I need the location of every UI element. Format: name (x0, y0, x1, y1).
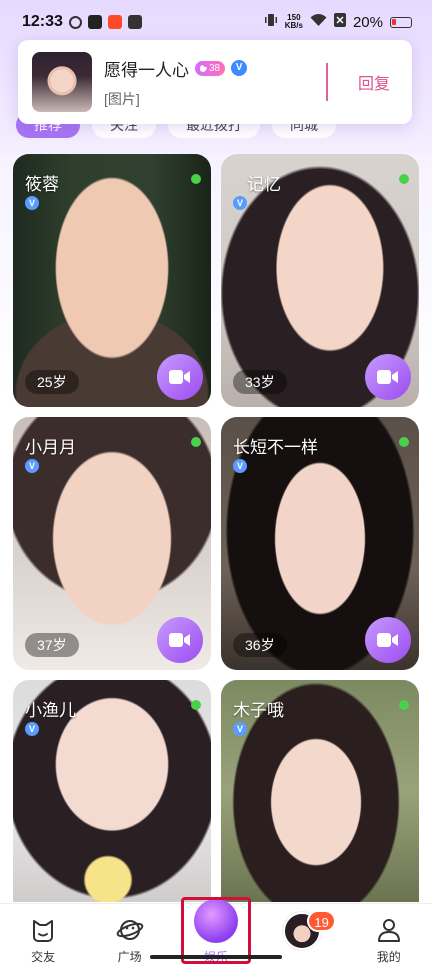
user-card[interactable]: 小月月 V 37岁 (13, 417, 211, 670)
user-name: 木子哦 (233, 701, 284, 720)
status-left: 12:33 (22, 13, 142, 31)
online-indicator (191, 174, 201, 184)
level-badge: 38 (195, 60, 226, 76)
video-camera-icon (169, 633, 190, 647)
level-value: 38 (209, 62, 221, 74)
sender-row: 愿得一人心 38 V (104, 56, 326, 81)
play-icon (87, 15, 102, 29)
nav-label: 我的 (376, 950, 401, 964)
user-age: 36岁 (233, 633, 287, 657)
battery-percent: 20% (352, 13, 383, 31)
battery-icon (390, 16, 412, 28)
user-age: 25岁 (25, 370, 79, 394)
user-card[interactable]: 小渔儿 V (13, 680, 211, 902)
entertainment-icon (193, 899, 238, 943)
online-indicator (399, 700, 409, 710)
user-grid: 筱蓉 V 25岁 记忆 V 33岁 小月月 V 37岁 长短不一样 V 36岁 (13, 154, 419, 902)
verified-icon: V (233, 196, 247, 210)
user-card[interactable]: 长短不一样 V 36岁 (221, 417, 419, 670)
user-card[interactable]: 记忆 V 33岁 (221, 154, 419, 407)
user-card[interactable]: 筱蓉 V 25岁 (13, 154, 211, 407)
user-name: 记忆 (247, 175, 281, 194)
notification-message: [图片] (104, 90, 140, 107)
online-indicator (399, 437, 409, 447)
user-name: 筱蓉 (25, 175, 59, 194)
video-call-button[interactable] (365, 617, 411, 663)
status-time: 12:33 (22, 13, 63, 30)
verified-icon: V (25, 459, 39, 473)
video-camera-icon (169, 370, 190, 384)
wifi-icon (310, 13, 327, 31)
user-age: 33岁 (233, 370, 287, 394)
online-indicator (191, 700, 201, 710)
friends-icon (29, 916, 57, 944)
net-speed-unit: KB/s (284, 21, 303, 30)
notification-divider (325, 63, 328, 101)
verified-icon: V (25, 722, 39, 736)
nav-item-mine[interactable]: 我的 (346, 904, 432, 964)
online-indicator (191, 437, 201, 447)
online-indicator (399, 174, 409, 184)
reply-button[interactable]: 回复 (358, 70, 390, 94)
net-speed: 150 KB/s (285, 14, 303, 30)
video-camera-icon (377, 370, 398, 384)
shop-icon (107, 15, 122, 29)
notification-body: 愿得一人心 38 V [图片] (104, 56, 326, 109)
gesture-bar[interactable] (150, 955, 282, 959)
verified-icon: V (233, 722, 247, 736)
sender-avatar (32, 52, 92, 112)
nav-label: 广场 (117, 950, 142, 964)
sender-name: 愿得一人心 (104, 60, 189, 80)
message-icon (127, 15, 142, 29)
user-name: 长短不一样 (233, 438, 318, 457)
status-bar: 12:33 150 KB/s 20% (0, 0, 432, 44)
planet-icon (116, 916, 144, 944)
user-name: 小月月 (25, 438, 76, 457)
verified-icon: V (233, 459, 247, 473)
video-camera-icon (377, 633, 398, 647)
level-icon (200, 64, 207, 72)
verified-icon: V (231, 60, 248, 76)
user-name: 小渔儿 (25, 701, 76, 720)
video-call-button[interactable] (365, 354, 411, 400)
user-card[interactable]: 木子哦 V (221, 680, 419, 902)
nav-item-friends[interactable]: 交友 (0, 904, 86, 964)
status-right: 150 KB/s 20% (264, 13, 412, 31)
video-call-button[interactable] (157, 354, 203, 400)
video-call-button[interactable] (157, 617, 203, 663)
no-sim-icon (333, 13, 346, 31)
user-icon (375, 916, 403, 944)
app-notify-icon (68, 15, 82, 29)
nav-label: 交友 (31, 950, 56, 964)
message-notification[interactable]: 愿得一人心 38 V [图片] 回复 (18, 40, 412, 124)
user-age: 37岁 (25, 633, 79, 657)
unread-count-badge: 19 (307, 910, 336, 932)
vibrate-icon (264, 13, 278, 31)
verified-icon: V (25, 196, 39, 210)
